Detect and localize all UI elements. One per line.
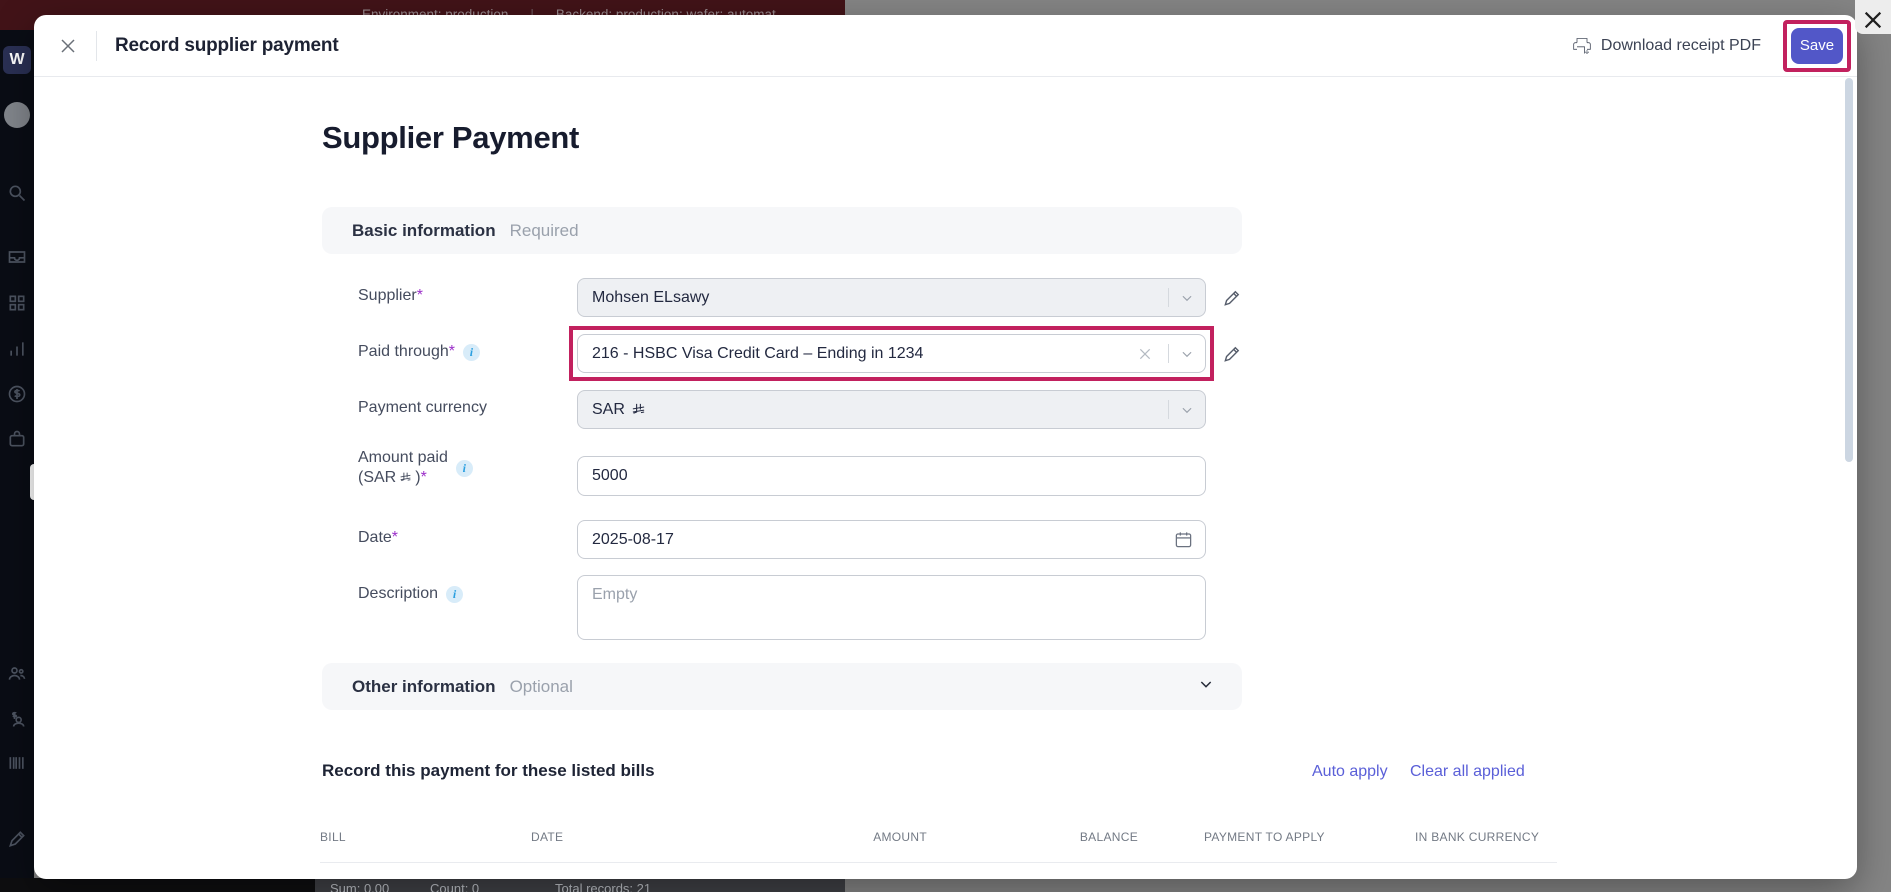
column-header-bill: BILL — [320, 830, 346, 844]
close-icon[interactable] — [54, 32, 82, 60]
page-title: Supplier Payment — [322, 120, 579, 156]
dollar-circle-icon[interactable] — [7, 384, 27, 404]
calendar-icon[interactable] — [1174, 530, 1193, 549]
required-asterisk: * — [417, 287, 423, 304]
description-label: Description i — [358, 585, 463, 603]
column-header-balance: BALANCE — [1038, 830, 1138, 844]
chevron-down-icon[interactable] — [1180, 403, 1194, 417]
save-button[interactable]: Save — [1791, 28, 1843, 64]
paid-through-label: Paid through* i — [358, 343, 480, 361]
clear-icon[interactable] — [1137, 346, 1153, 362]
bag-icon[interactable] — [7, 429, 27, 449]
column-header-amount: AMOUNT — [827, 830, 927, 844]
description-textarea[interactable] — [577, 575, 1206, 640]
download-receipt-pdf-button[interactable]: Download receipt PDF — [1572, 36, 1761, 56]
paid-through-value: 216 - HSBC Visa Credit Card – Ending in … — [592, 345, 923, 363]
inbox-icon[interactable] — [7, 247, 27, 267]
screen: Environment: production|Backend: product… — [0, 0, 1891, 892]
payment-currency-label: Payment currency — [358, 399, 487, 417]
required-asterisk: * — [392, 529, 398, 546]
avatar[interactable] — [4, 102, 30, 128]
date-value: 2025-08-17 — [592, 531, 674, 549]
chevron-down-icon[interactable] — [1180, 347, 1194, 361]
barcode-icon[interactable] — [7, 753, 27, 773]
record-supplier-payment-modal: Record supplier payment Download receipt… — [34, 15, 1857, 879]
pen-icon[interactable] — [7, 829, 27, 849]
auto-apply-link[interactable]: Auto apply — [1312, 763, 1388, 781]
app-logo[interactable]: W — [3, 46, 31, 74]
edit-paid-through-button[interactable] — [1222, 344, 1242, 364]
info-icon[interactable]: i — [463, 344, 480, 361]
search-icon[interactable] — [7, 183, 27, 203]
info-icon[interactable]: i — [446, 586, 463, 603]
date-input[interactable]: 2025-08-17 — [577, 520, 1206, 559]
header-divider — [96, 31, 97, 61]
modal-body: Supplier Payment Basic information Requi… — [34, 77, 1857, 879]
edit-supplier-button[interactable] — [1222, 288, 1242, 308]
statusbar-total-records: Total records: 21 — [555, 881, 651, 892]
amount-paid-input[interactable] — [577, 456, 1206, 496]
apps-grid-icon[interactable] — [7, 293, 27, 313]
section-basic-title: Basic information — [352, 221, 496, 241]
column-header-payment-to-apply: PAYMENT TO APPLY — [1204, 830, 1325, 844]
paid-through-select[interactable]: 216 - HSBC Visa Credit Card – Ending in … — [577, 334, 1206, 373]
chevron-down-icon[interactable] — [1198, 676, 1214, 697]
section-basic-information: Basic information Required — [322, 207, 1242, 254]
info-icon[interactable]: i — [456, 460, 473, 477]
bills-section-title: Record this payment for these listed bil… — [322, 761, 655, 781]
payment-currency-value: SAR — [592, 401, 625, 419]
amount-paid-label: Amount paid (SAR)* i — [358, 448, 473, 488]
modal-header: Record supplier payment Download receipt… — [34, 15, 1857, 77]
column-header-date: DATE — [531, 830, 563, 844]
people-icon[interactable] — [7, 663, 27, 683]
modal-title: Record supplier payment — [115, 35, 338, 57]
save-annotation-box: Save — [1783, 20, 1851, 72]
section-basic-badge: Required — [510, 221, 579, 241]
column-header-in-bank-currency: IN BANK CURRENCY — [1415, 830, 1539, 844]
clear-all-applied-link[interactable]: Clear all applied — [1410, 763, 1525, 781]
required-asterisk: * — [449, 343, 455, 360]
app-sidebar: W — [0, 30, 34, 878]
saudi-riyal-icon — [631, 402, 646, 417]
saudi-riyal-icon — [399, 470, 412, 483]
statusbar: Sum: 0.00 Count: 0 Total records: 21 — [315, 878, 845, 892]
required-asterisk: * — [421, 469, 427, 486]
payment-currency-select[interactable]: SAR — [577, 390, 1206, 429]
section-other-title: Other information — [352, 677, 496, 697]
supplier-select[interactable]: Mohsen ELsawy — [577, 278, 1206, 317]
chevron-down-icon[interactable] — [1180, 291, 1194, 305]
section-other-badge: Optional — [510, 677, 573, 697]
date-label: Date* — [358, 529, 398, 547]
table-header-divider — [320, 862, 1557, 863]
supplier-label: Supplier* — [358, 287, 423, 305]
download-receipt-pdf-label: Download receipt PDF — [1601, 37, 1761, 55]
person-dollar-icon[interactable] — [7, 709, 27, 729]
printer-download-icon — [1572, 36, 1592, 56]
statusbar-sum: Sum: 0.00 — [330, 881, 389, 892]
bar-chart-icon[interactable] — [7, 339, 27, 359]
statusbar-left — [0, 878, 315, 892]
section-other-information[interactable]: Other information Optional — [322, 663, 1242, 710]
statusbar-count: Count: 0 — [430, 881, 479, 892]
supplier-value: Mohsen ELsawy — [592, 289, 709, 307]
external-close-icon[interactable] — [1862, 9, 1884, 31]
